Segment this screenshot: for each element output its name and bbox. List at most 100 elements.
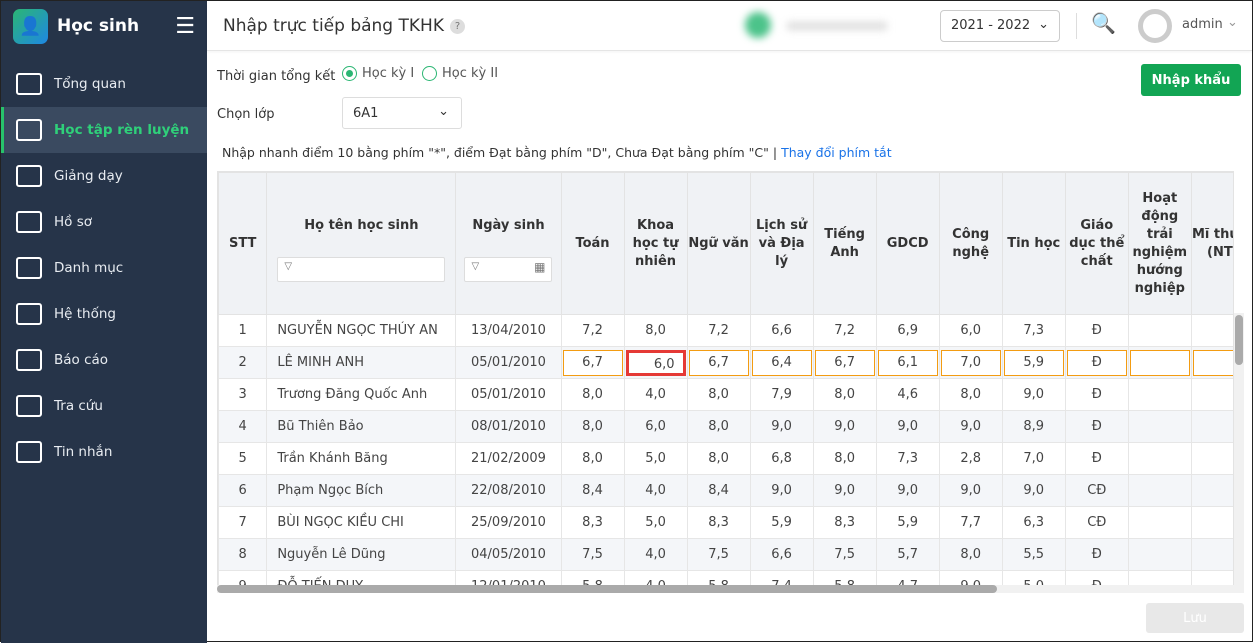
grade-cell[interactable] [1190, 378, 1233, 411]
grade-cell[interactable]: 7,5 [686, 538, 751, 571]
grade-cell[interactable] [1190, 314, 1233, 347]
grade-cell[interactable]: 5,0 [623, 506, 688, 539]
grade-cell[interactable]: 5,9 [1001, 346, 1066, 379]
grade-cell[interactable]: 7,2 [812, 314, 877, 347]
grade-cell[interactable]: 6,0 [623, 346, 688, 379]
grade-cell[interactable]: 4,0 [623, 538, 688, 571]
sidebar-item-7[interactable]: Tra cứu [1, 383, 207, 429]
grade-cell[interactable]: 7,2 [686, 314, 751, 347]
menu-toggle-icon[interactable]: ☰ [175, 14, 195, 39]
grade-cell[interactable]: 7,0 [1001, 442, 1066, 475]
grade-cell[interactable] [1127, 346, 1192, 379]
grade-cell[interactable]: 8,0 [560, 442, 625, 475]
grade-cell[interactable] [1127, 474, 1192, 507]
save-button[interactable]: Lưu [1146, 603, 1244, 633]
grade-cell[interactable]: 6,0 [938, 314, 1003, 347]
name-filter-input[interactable]: ▽ [277, 257, 446, 282]
grade-cell[interactable]: 9,0 [938, 410, 1003, 443]
grade-cell[interactable] [1127, 538, 1192, 571]
grade-cell[interactable]: 4,6 [875, 378, 940, 411]
grade-cell[interactable]: 7,7 [938, 506, 1003, 539]
grade-cell[interactable]: 7,5 [560, 538, 625, 571]
grade-cell[interactable]: 8,3 [686, 506, 751, 539]
grade-cell[interactable]: 8,3 [812, 506, 877, 539]
grade-cell[interactable] [1190, 538, 1233, 571]
grade-cell[interactable]: Đ [1064, 442, 1129, 475]
sidebar-item-4[interactable]: Danh mục [1, 245, 207, 291]
grade-cell[interactable]: 9,0 [1001, 378, 1066, 411]
grade-cell[interactable]: 8,4 [560, 474, 625, 507]
grade-input[interactable]: 6,4 [751, 349, 812, 376]
grade-cell[interactable]: CĐ [1064, 506, 1129, 539]
grade-cell[interactable]: 9,0 [749, 474, 814, 507]
grade-cell[interactable]: 9,0 [938, 474, 1003, 507]
grade-cell[interactable]: 7,0 [938, 346, 1003, 379]
grade-cell[interactable] [1190, 442, 1233, 475]
grade-cell[interactable]: 5,9 [749, 506, 814, 539]
grade-cell[interactable] [1190, 506, 1233, 539]
grade-cell[interactable]: 5,5 [1001, 538, 1066, 571]
grade-cell[interactable]: 6,6 [749, 538, 814, 571]
grade-input[interactable]: 5,9 [1003, 349, 1064, 376]
grade-input[interactable] [1192, 349, 1233, 376]
grade-cell[interactable]: 6,8 [749, 442, 814, 475]
grade-cell[interactable]: 8,0 [686, 410, 751, 443]
grade-cell[interactable]: 8,3 [560, 506, 625, 539]
sidebar-item-5[interactable]: Hệ thống [1, 291, 207, 337]
grade-cell[interactable]: 6,4 [749, 346, 814, 379]
grade-cell[interactable]: 9,0 [812, 474, 877, 507]
grade-input[interactable]: 6,0 [625, 349, 686, 376]
grade-cell[interactable]: 5,9 [875, 506, 940, 539]
grade-cell[interactable] [1127, 378, 1192, 411]
avatar[interactable] [1138, 9, 1172, 43]
import-button[interactable]: Nhập khẩu [1141, 64, 1241, 96]
grade-cell[interactable]: Đ [1064, 410, 1129, 443]
grade-cell[interactable]: 6,3 [1001, 506, 1066, 539]
grade-cell[interactable]: 8,0 [686, 378, 751, 411]
grade-cell[interactable]: 7,3 [875, 442, 940, 475]
grade-cell[interactable] [1190, 410, 1233, 443]
change-shortcut-link[interactable]: Thay đổi phím tắt [781, 145, 892, 160]
grade-cell[interactable] [1190, 474, 1233, 507]
grade-cell[interactable]: 5,0 [623, 442, 688, 475]
grade-cell[interactable]: 9,0 [749, 410, 814, 443]
grade-cell[interactable]: CĐ [1064, 474, 1129, 507]
grade-cell[interactable] [1127, 506, 1192, 539]
grade-cell[interactable]: 6,1 [875, 346, 940, 379]
grade-input[interactable]: 6,7 [814, 349, 875, 376]
grade-cell[interactable]: 6,7 [812, 346, 877, 379]
grade-cell[interactable]: 7,5 [812, 538, 877, 571]
chevron-down-icon[interactable]: ⌄ [1227, 15, 1238, 30]
grade-cell[interactable] [1127, 410, 1192, 443]
grade-cell[interactable]: 7,3 [1001, 314, 1066, 347]
grade-cell[interactable]: 9,0 [875, 410, 940, 443]
grade-input[interactable] [1129, 349, 1190, 376]
radio-hoc-ky-2[interactable]: Học kỳ II [422, 66, 498, 81]
grade-cell[interactable]: 8,0 [623, 314, 688, 347]
grade-cell[interactable]: 9,0 [812, 410, 877, 443]
sidebar-item-6[interactable]: Báo cáo [1, 337, 207, 383]
search-analytics-icon[interactable]: 🔍 [1091, 11, 1116, 35]
grade-cell[interactable]: 8,0 [938, 378, 1003, 411]
grade-cell[interactable]: 6,7 [560, 346, 625, 379]
grade-cell[interactable]: 8,0 [560, 410, 625, 443]
grade-cell[interactable]: 8,9 [1001, 410, 1066, 443]
grade-cell[interactable]: 9,0 [875, 474, 940, 507]
grade-cell[interactable]: 8,0 [812, 442, 877, 475]
grade-cell[interactable]: Đ [1064, 378, 1129, 411]
grade-cell[interactable] [1127, 442, 1192, 475]
grade-cell[interactable]: 8,0 [938, 538, 1003, 571]
grade-input[interactable]: 6,7 [688, 349, 749, 376]
grade-cell[interactable]: Đ [1064, 538, 1129, 571]
radio-hoc-ky-1[interactable]: Học kỳ I [342, 66, 414, 81]
horizontal-scrollbar[interactable] [217, 585, 1234, 593]
sidebar-item-8[interactable]: Tin nhắn [1, 429, 207, 475]
grade-input[interactable]: 6,7 [562, 349, 623, 376]
sidebar-item-1[interactable]: Học tập rèn luyện [1, 107, 207, 153]
help-icon[interactable]: ? [449, 18, 465, 34]
grade-cell[interactable]: 6,7 [686, 346, 751, 379]
grade-cell[interactable]: 4,0 [623, 378, 688, 411]
grade-cell[interactable]: 7,9 [749, 378, 814, 411]
grade-cell[interactable]: 6,9 [875, 314, 940, 347]
class-select[interactable]: 6A1 ⌄ [342, 97, 462, 129]
